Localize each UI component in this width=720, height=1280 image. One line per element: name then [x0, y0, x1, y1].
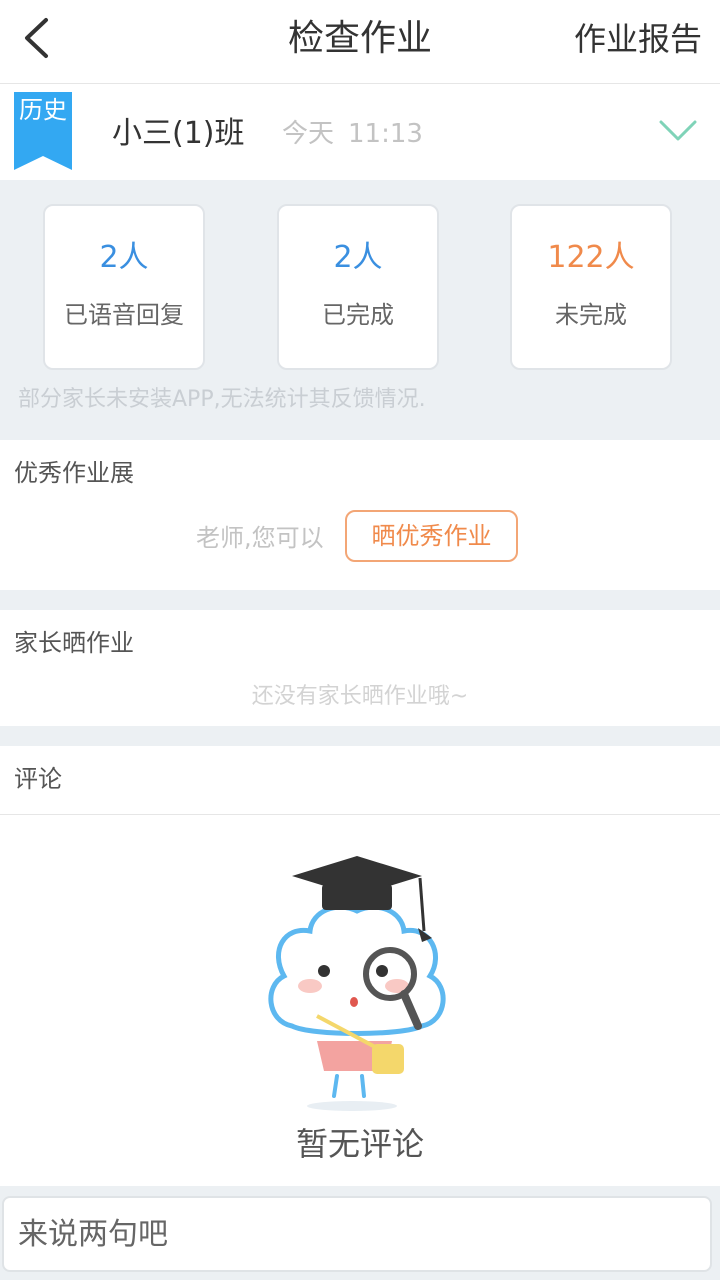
stat-label: 未完成 [555, 301, 627, 329]
stat-label: 已完成 [322, 301, 394, 329]
stat-card-voice-replied[interactable]: 2人 已语音回复 [43, 204, 205, 370]
stat-card-not-completed[interactable]: 122人 未完成 [510, 204, 672, 370]
stat-value: 122人 [547, 240, 635, 275]
assignment-clock: 11:13 [348, 119, 423, 149]
comment-input[interactable] [2, 1196, 712, 1272]
class-selector[interactable]: 历史 小三(1)班 今天 11:13 [0, 84, 720, 180]
chevron-down-icon[interactable] [658, 116, 698, 146]
comment-bar [0, 1186, 720, 1280]
class-name: 小三(1)班 [112, 116, 245, 151]
history-tag[interactable]: 历史 [14, 92, 72, 170]
stat-label: 已语音回复 [64, 301, 184, 329]
section-title: 家长晒作业 [14, 629, 134, 657]
homework-report-button[interactable]: 作业报告 [574, 14, 702, 64]
stat-value: 2人 [99, 240, 149, 275]
empty-comments-mascot-icon [268, 856, 446, 1111]
section-divider [0, 726, 720, 746]
comments-section: 评论 暂无评论 [0, 746, 720, 1186]
share-excellent-homework-button[interactable]: 晒优秀作业 [345, 510, 518, 562]
assignment-day: 今天 [282, 119, 335, 149]
empty-state-text: 还没有家长晒作业哦~ [251, 684, 469, 709]
section-title: 优秀作业展 [14, 459, 134, 487]
stat-value: 2人 [333, 240, 383, 275]
stat-card-completed[interactable]: 2人 已完成 [277, 204, 439, 370]
no-comments-text: 暂无评论 [295, 1125, 424, 1163]
parent-shared-homework-section: 家长晒作业 还没有家长晒作业哦~ [0, 610, 720, 726]
completion-stats: 2人 已语音回复 2人 已完成 122人 未完成 部分家长未安装APP,无法统计… [0, 180, 720, 440]
divider [0, 814, 720, 815]
section-title: 评论 [14, 765, 62, 793]
top-navigation-bar: 检查作业 作业报告 [0, 0, 720, 84]
assignment-time: 今天 11:13 [282, 114, 437, 154]
stats-note: 部分家长未安装APP,无法统计其反馈情况. [18, 387, 426, 412]
excellent-homework-section: 优秀作业展 老师,您可以 晒优秀作业 [0, 440, 720, 590]
showcase-prompt: 老师,您可以 [196, 524, 324, 552]
section-divider [0, 590, 720, 610]
